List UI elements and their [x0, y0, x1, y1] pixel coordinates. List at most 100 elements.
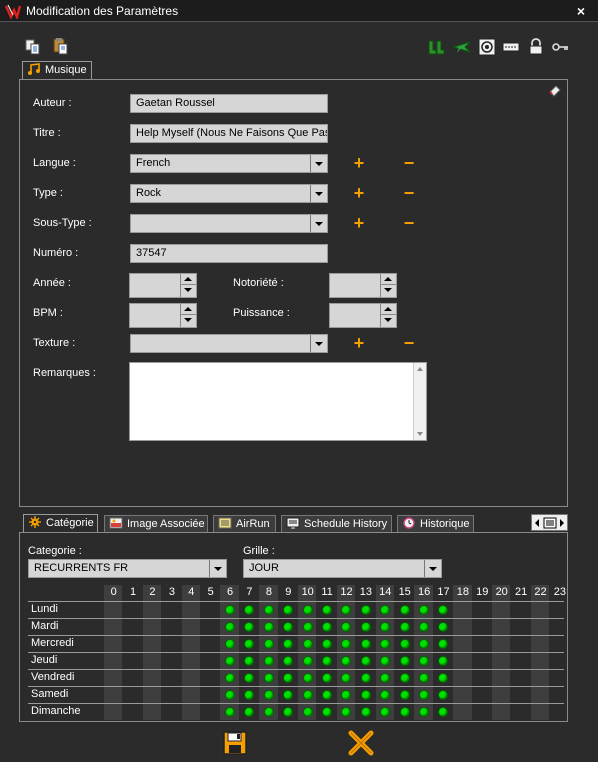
schedule-cell[interactable] [201, 636, 220, 652]
tab-musique[interactable]: Musique [22, 61, 92, 80]
schedule-cell[interactable] [182, 670, 201, 686]
schedule-cell[interactable] [298, 687, 317, 703]
hour-label[interactable]: 14 [376, 586, 395, 598]
hour-label[interactable]: 7 [240, 586, 259, 598]
schedule-cell[interactable] [143, 687, 162, 703]
schedule-cell[interactable] [240, 602, 259, 618]
schedule-cell[interactable] [201, 670, 220, 686]
schedule-cell[interactable] [356, 687, 375, 703]
schedule-cell[interactable] [317, 636, 336, 652]
schedule-cell[interactable] [453, 636, 472, 652]
schedule-cell[interactable] [317, 602, 336, 618]
schedule-cell[interactable] [143, 619, 162, 635]
schedule-cell[interactable] [492, 687, 511, 703]
grille-select[interactable]: JOUR [243, 559, 442, 578]
paste-icon[interactable] [52, 37, 70, 55]
schedule-cell[interactable] [201, 653, 220, 669]
schedule-cell[interactable] [220, 704, 239, 720]
hour-label[interactable]: 16 [414, 586, 433, 598]
schedule-cell[interactable] [298, 636, 317, 652]
schedule-cell[interactable] [395, 619, 414, 635]
schedule-cell[interactable] [337, 636, 356, 652]
schedule-cell[interactable] [259, 636, 278, 652]
spin-up-icon[interactable] [381, 274, 396, 285]
schedule-cell[interactable] [453, 619, 472, 635]
add-langue-button[interactable]: + [352, 154, 366, 172]
chevron-down-icon[interactable] [310, 185, 327, 202]
tab-historique[interactable]: Historique [397, 515, 474, 532]
chevron-down-icon[interactable] [209, 560, 226, 577]
schedule-cell[interactable] [259, 704, 278, 720]
schedule-cell[interactable] [531, 619, 550, 635]
schedule-cell[interactable] [240, 636, 259, 652]
tab-list-icon[interactable] [543, 517, 557, 529]
schedule-cell[interactable] [473, 670, 492, 686]
schedule-cell[interactable] [143, 670, 162, 686]
auteur-input[interactable]: Gaetan Roussel [130, 94, 328, 113]
day-label[interactable]: Mardi [31, 620, 59, 632]
remove-sous-type-button[interactable]: − [402, 214, 416, 232]
schedule-cell[interactable] [220, 653, 239, 669]
eraser-icon[interactable] [548, 83, 562, 97]
tab-schedule-history[interactable]: Schedule History [281, 515, 392, 532]
schedule-cell[interactable] [162, 636, 181, 652]
schedule-cell[interactable] [279, 704, 298, 720]
spin-down-icon[interactable] [181, 315, 196, 326]
schedule-cell[interactable] [182, 636, 201, 652]
add-type-button[interactable]: + [352, 184, 366, 202]
tab-airrun[interactable]: AirRun [213, 515, 276, 532]
key-icon[interactable] [551, 38, 569, 56]
schedule-cell[interactable] [473, 653, 492, 669]
spin-down-icon[interactable] [381, 315, 396, 326]
hour-label[interactable]: 2 [143, 586, 162, 598]
schedule-cell[interactable] [182, 653, 201, 669]
bpm-spinner[interactable] [129, 303, 197, 328]
hour-label[interactable]: 18 [453, 586, 472, 598]
schedule-cell[interactable] [453, 602, 472, 618]
schedule-cell[interactable] [104, 619, 123, 635]
floppy-save-icon[interactable] [222, 730, 248, 756]
schedule-cell[interactable] [162, 670, 181, 686]
schedule-cell[interactable] [473, 619, 492, 635]
schedule-cell[interactable] [123, 619, 142, 635]
schedule-cell[interactable] [337, 602, 356, 618]
schedule-cell[interactable] [531, 670, 550, 686]
schedule-cell[interactable] [356, 670, 375, 686]
boots-icon[interactable] [427, 38, 445, 56]
schedule-cell[interactable] [511, 636, 530, 652]
lock-icon[interactable] [527, 38, 545, 56]
type-select[interactable]: Rock [130, 184, 328, 203]
schedule-cell[interactable] [414, 602, 433, 618]
remove-texture-button[interactable]: − [402, 334, 416, 352]
schedule-cell[interactable] [337, 704, 356, 720]
schedule-cell[interactable] [550, 636, 569, 652]
schedule-cell[interactable] [356, 602, 375, 618]
schedule-cell[interactable] [298, 704, 317, 720]
schedule-cell[interactable] [298, 670, 317, 686]
schedule-cell[interactable] [473, 602, 492, 618]
hour-label[interactable]: 15 [395, 586, 414, 598]
schedule-cell[interactable] [201, 704, 220, 720]
schedule-cell[interactable] [492, 619, 511, 635]
schedule-cell[interactable] [434, 636, 453, 652]
schedule-cell[interactable] [434, 704, 453, 720]
tab-scroll-left-icon[interactable] [535, 519, 539, 527]
schedule-cell[interactable] [337, 687, 356, 703]
schedule-cell[interactable] [550, 687, 569, 703]
schedule-cell[interactable] [453, 653, 472, 669]
sous-type-select[interactable] [130, 214, 328, 233]
target-icon[interactable] [478, 38, 496, 56]
schedule-cell[interactable] [279, 653, 298, 669]
schedule-cell[interactable] [123, 687, 142, 703]
schedule-cell[interactable] [492, 636, 511, 652]
schedule-cell[interactable] [104, 704, 123, 720]
tab-scroll-right-icon[interactable] [560, 519, 564, 527]
remarques-textarea[interactable] [129, 362, 427, 441]
schedule-cell[interactable] [182, 687, 201, 703]
schedule-cell[interactable] [240, 704, 259, 720]
schedule-cell[interactable] [317, 653, 336, 669]
schedule-cell[interactable] [376, 704, 395, 720]
schedule-cell[interactable] [337, 653, 356, 669]
cancel-x-icon[interactable] [348, 730, 374, 756]
schedule-cell[interactable] [434, 653, 453, 669]
